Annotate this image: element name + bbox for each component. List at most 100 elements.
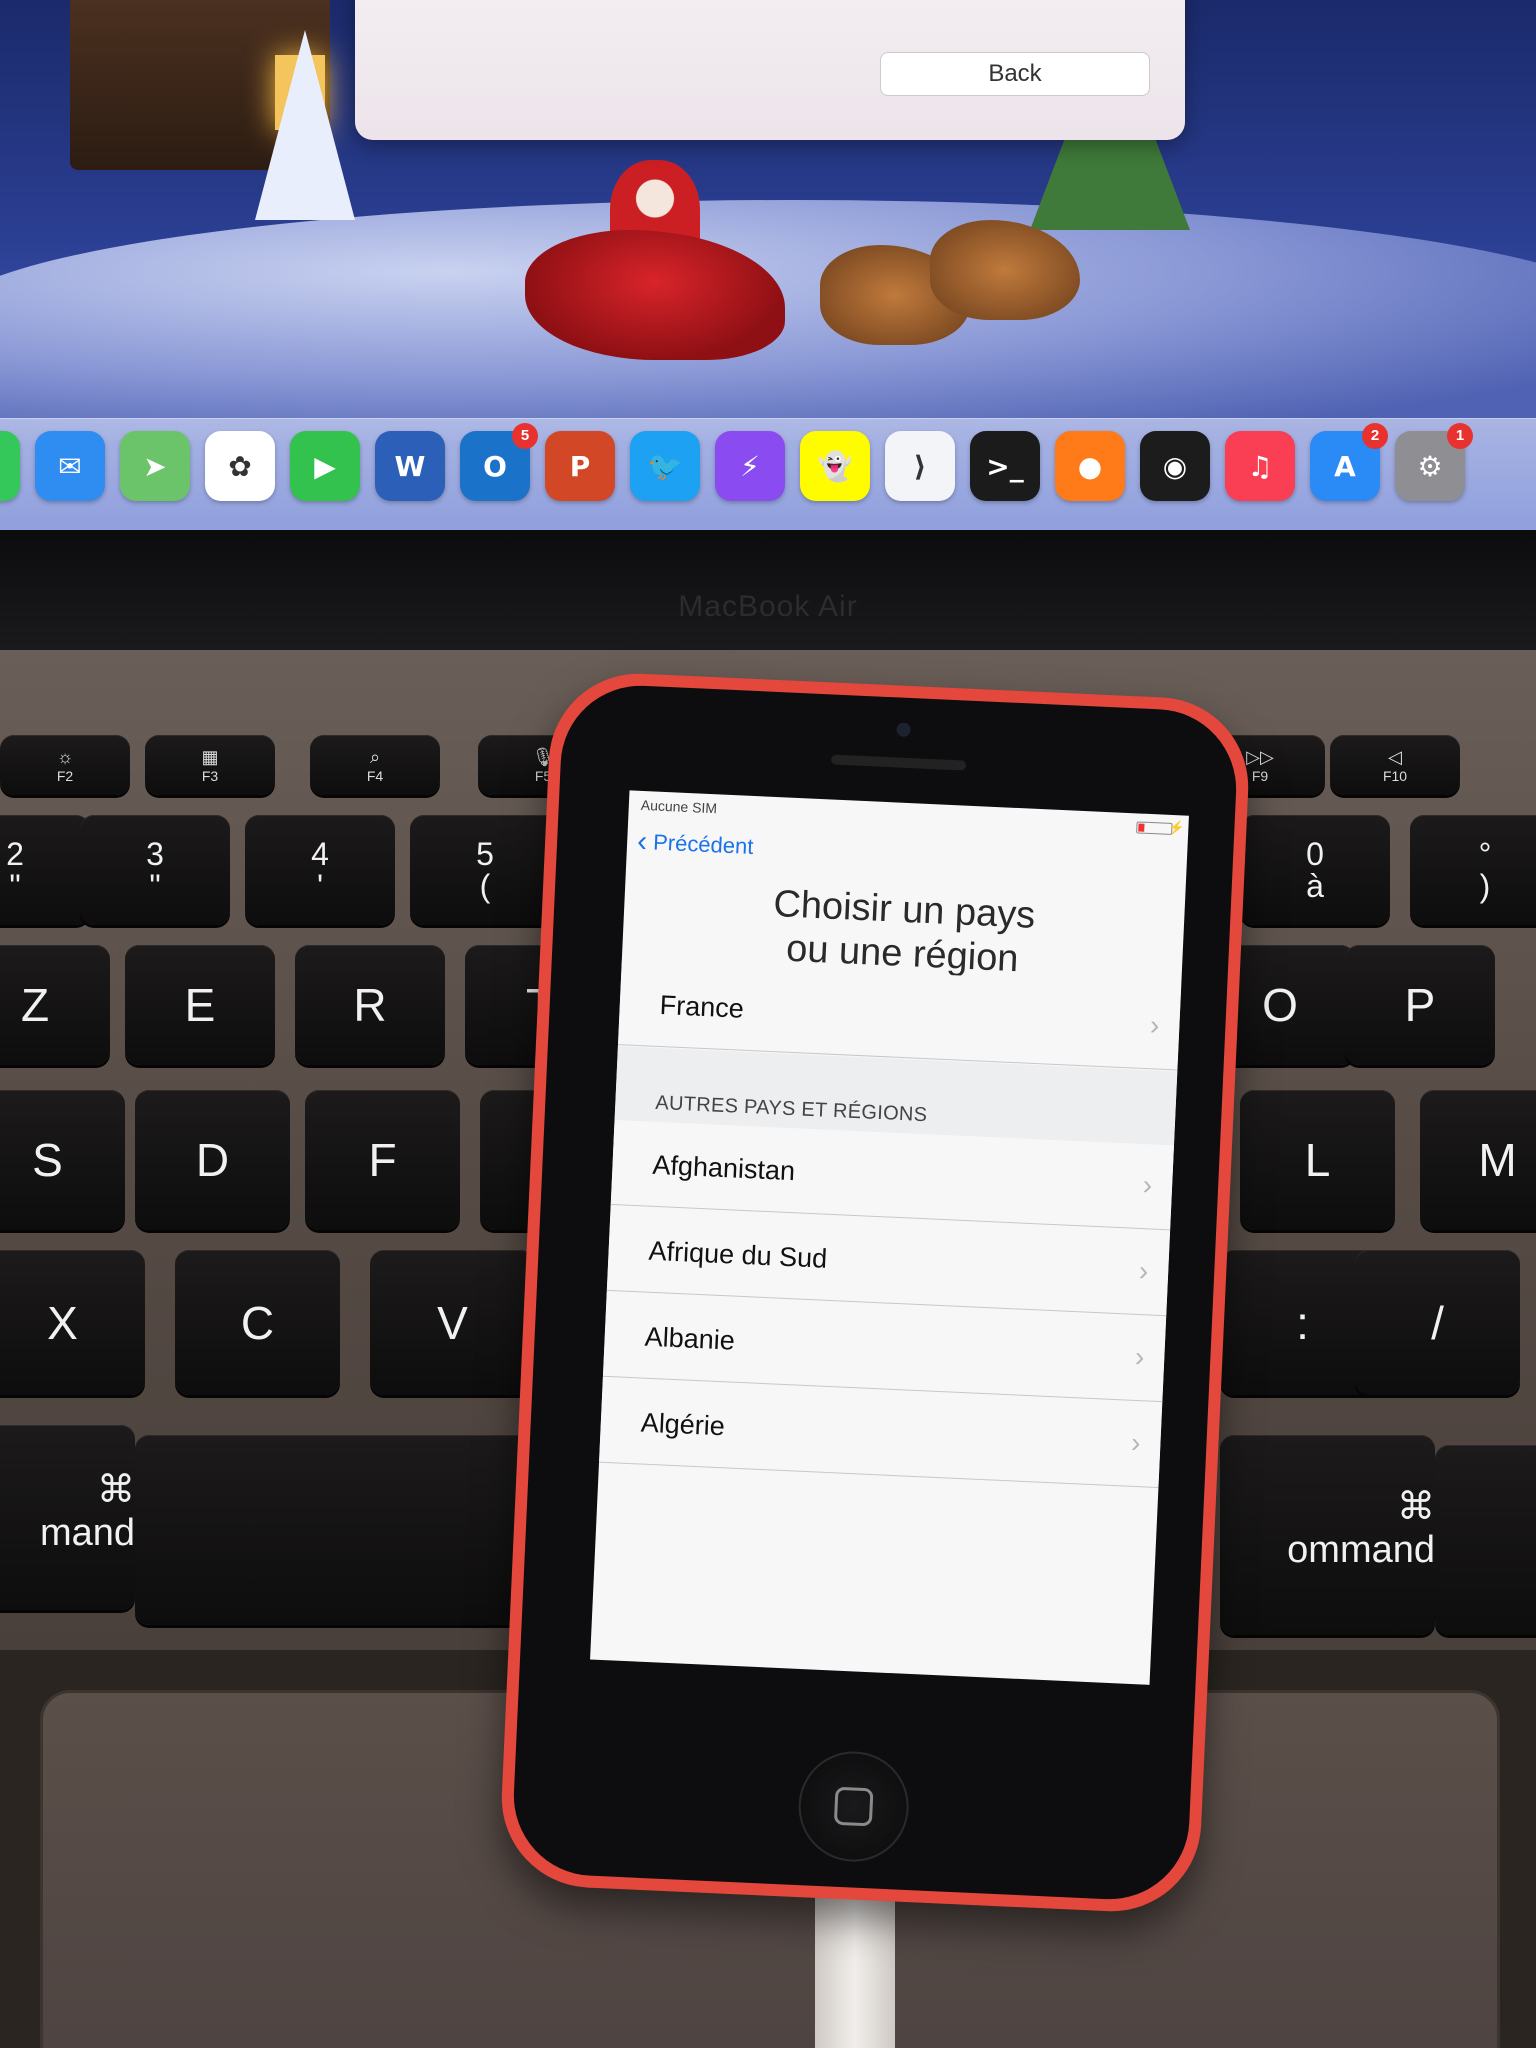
key-label: F [368, 1134, 397, 1186]
music-icon[interactable]: ♫ [1225, 431, 1295, 501]
number-key-3[interactable]: 3 " [80, 815, 230, 925]
key-row3-0[interactable]: X [0, 1250, 145, 1395]
key-label: C [240, 1296, 275, 1349]
key-z[interactable]: Z [0, 945, 110, 1065]
fn-key-symbol: ◁ [1388, 746, 1402, 767]
word-icon[interactable]: W [375, 431, 445, 501]
app-store-icon[interactable]: A2 [1310, 423, 1388, 501]
country-label: Albanie [644, 1321, 736, 1356]
notification-badge: 5 [512, 423, 538, 449]
fn-key-label: F3 [201, 767, 219, 784]
key-label: D [195, 1134, 230, 1186]
country-label: Afghanistan [651, 1149, 796, 1187]
key-label: V [437, 1296, 468, 1349]
fn-key-symbol: ☼ [56, 746, 74, 767]
number-key-0[interactable]: 0à [1240, 815, 1390, 925]
app-icon[interactable]: ◉ [1140, 431, 1210, 501]
vscode-icon[interactable]: ⟩ [885, 431, 955, 501]
key-row3-4[interactable]: / [1355, 1250, 1520, 1395]
maps-icon-glyph: ➤ [143, 449, 167, 483]
key-label: S [32, 1134, 63, 1186]
back-nav-button[interactable]: ‹ Précédent [636, 825, 753, 860]
fn-key-f4[interactable]: ⌕ F4 [310, 735, 440, 795]
snapchat-icon-glyph: 👻 [817, 449, 853, 483]
number-key-top: 4 [311, 836, 329, 872]
number-key-top: 0 [1306, 836, 1324, 872]
dock: ✉ ➤ ✿ ▶ W O 5 P 🐦 ⚡ 👻 ⟩ >_ ● ◉ ♫ A 2 ⚙ 1 [0, 418, 1536, 530]
option-key-right[interactable]: ⌥op [1435, 1445, 1536, 1635]
iphone: Aucune SIM ⚡ ‹ Précédent Choisir un pays… [497, 669, 1253, 1916]
home-button[interactable] [796, 1749, 912, 1864]
messages-icon[interactable] [0, 431, 20, 501]
number-key-bottom: à [1306, 868, 1324, 904]
home-square-icon [833, 1786, 874, 1827]
phone-face: Aucune SIM ⚡ ‹ Précédent Choisir un pays… [510, 682, 1240, 1903]
maps-icon[interactable]: ➤ [120, 431, 190, 501]
key-f[interactable]: F [305, 1090, 460, 1230]
number-key-top: 5 [476, 836, 494, 872]
key-label: Z [20, 979, 50, 1031]
music-icon-glyph: ♫ [1247, 449, 1273, 483]
mail-icon[interactable]: ✉ [35, 431, 105, 501]
command-icon: ⌘ [97, 1468, 135, 1511]
back-button[interactable]: Back [880, 52, 1150, 96]
mac-dialog: Back [355, 0, 1185, 140]
front-camera [896, 722, 911, 738]
number-key-4[interactable]: 4 ' [245, 815, 395, 925]
number-key-bottom: ) [1479, 868, 1491, 904]
firefox-icon-glyph: ● [1077, 449, 1103, 483]
messenger-icon[interactable]: ⚡ [715, 431, 785, 501]
key-label: / [1431, 1296, 1444, 1349]
key-label: X [47, 1296, 78, 1349]
key-label: E [184, 979, 216, 1031]
fn-key-symbol: ⌕ [369, 746, 381, 767]
number-key-2[interactable]: 2 " [0, 815, 90, 925]
command-icon: ⌘ [1397, 1486, 1435, 1528]
chevron-right-icon: › [1142, 1169, 1153, 1201]
number-key-5[interactable]: 5( [410, 815, 560, 925]
key-row3-2[interactable]: V [370, 1250, 535, 1395]
key-e[interactable]: E [125, 945, 275, 1065]
photos-icon-glyph: ✿ [228, 449, 252, 483]
fn-key-f10[interactable]: ◁ F10 [1330, 735, 1460, 795]
system-settings-icon[interactable]: ⚙ 1 [1395, 423, 1473, 501]
bezel-label: MacBook Air [678, 590, 858, 623]
number-key-bottom: ' [316, 868, 324, 904]
snowy-tree [255, 30, 355, 220]
chevron-right-icon: › [1138, 1254, 1149, 1287]
powerpoint-icon[interactable]: P [545, 431, 615, 501]
snapchat-icon[interactable]: 👻 [800, 431, 870, 501]
key-label: L [1304, 1134, 1331, 1186]
number-key-bottom: ( [479, 868, 491, 904]
fn-key-f2[interactable]: ☼ F2 [0, 735, 130, 795]
usb-cable [815, 1880, 895, 2048]
earpiece [830, 754, 967, 771]
key-m[interactable]: M [1420, 1090, 1536, 1230]
app-store-icon-glyph: A [1334, 449, 1356, 483]
command-key-label: ommand [1287, 1529, 1435, 1571]
mac-screen: Back ✉ ➤ ✿ ▶ W O 5 P 🐦 ⚡ 👻 ⟩ >_ ● ◉ ♫ A 2 ⚙ 1 [0, 0, 1536, 540]
notification-badge: 1 [1447, 423, 1473, 449]
outlook-icon[interactable]: O5 [460, 423, 538, 501]
firefox-icon[interactable]: ● [1055, 431, 1125, 501]
key-r[interactable]: R [295, 945, 445, 1065]
command-key-right[interactable]: ⌘ ommand [1220, 1435, 1435, 1635]
fn-key-f3[interactable]: ▦ F3 [145, 735, 275, 795]
key-p[interactable]: P [1345, 945, 1495, 1065]
terminal-icon[interactable]: >_ [970, 431, 1040, 501]
key-l[interactable]: L [1240, 1090, 1395, 1230]
number-key-°[interactable]: °) [1410, 815, 1536, 925]
twitter-icon-glyph: 🐦 [647, 449, 683, 483]
command-key-left[interactable]: ⌘ mand [0, 1425, 135, 1610]
fn-key-label: F2 [56, 767, 74, 784]
key-row3-1[interactable]: C [175, 1250, 340, 1395]
facetime-icon[interactable]: ▶ [290, 431, 360, 501]
country-label: France [659, 989, 745, 1024]
fn-key-label: F4 [366, 767, 384, 784]
messenger-icon-glyph: ⚡ [740, 449, 760, 483]
key-s[interactable]: S [0, 1090, 125, 1230]
twitter-icon[interactable]: 🐦 [630, 431, 700, 501]
outlook-icon-glyph: O [483, 449, 507, 483]
key-d[interactable]: D [135, 1090, 290, 1230]
photos-icon[interactable]: ✿ [205, 431, 275, 501]
